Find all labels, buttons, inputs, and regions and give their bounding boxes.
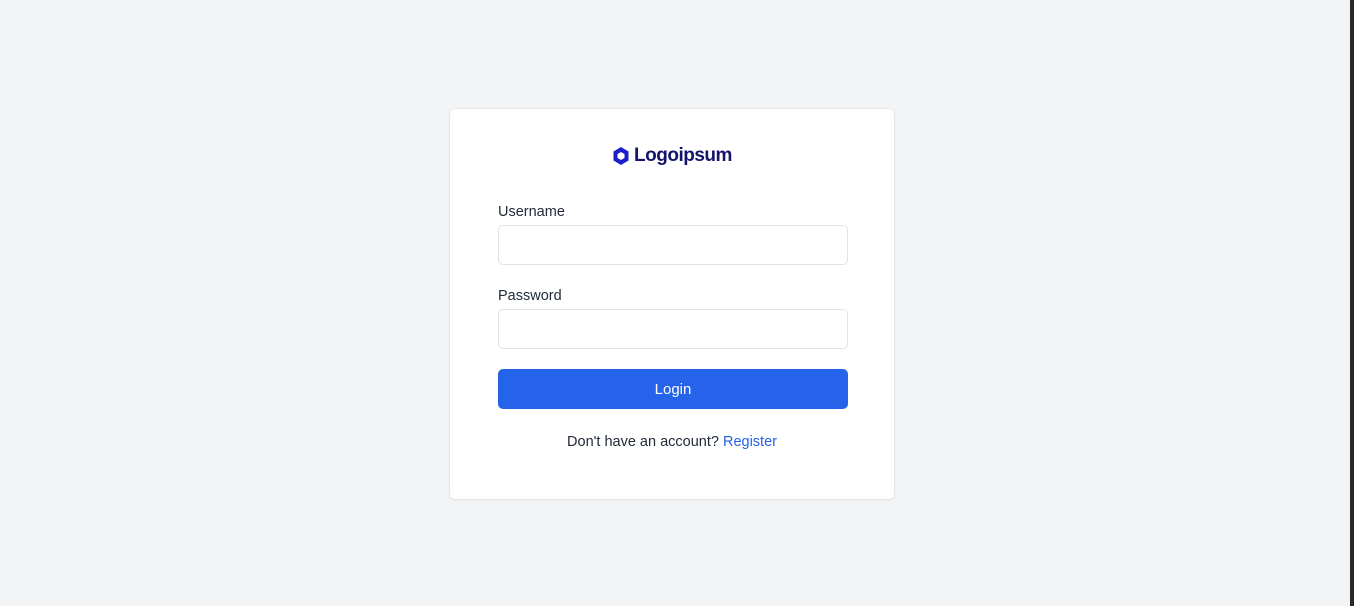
login-page: Logoipsum Username Password Login Don't … [0,0,1354,606]
username-label: Username [498,204,565,220]
register-link[interactable]: Register [723,434,777,450]
brand-logo: Logoipsum [450,145,894,167]
register-prompt-text: Don't have an account? [567,434,723,450]
window-edge [1350,0,1354,606]
login-card: Logoipsum Username Password Login Don't … [449,108,895,500]
login-button[interactable]: Login [498,369,848,409]
register-prompt-row: Don't have an account? Register [450,434,894,450]
logoipsum-mark-icon [612,146,630,166]
brand-name: Logoipsum [634,145,732,166]
password-label: Password [498,288,562,304]
password-input[interactable] [498,309,848,349]
username-input[interactable] [498,225,848,265]
